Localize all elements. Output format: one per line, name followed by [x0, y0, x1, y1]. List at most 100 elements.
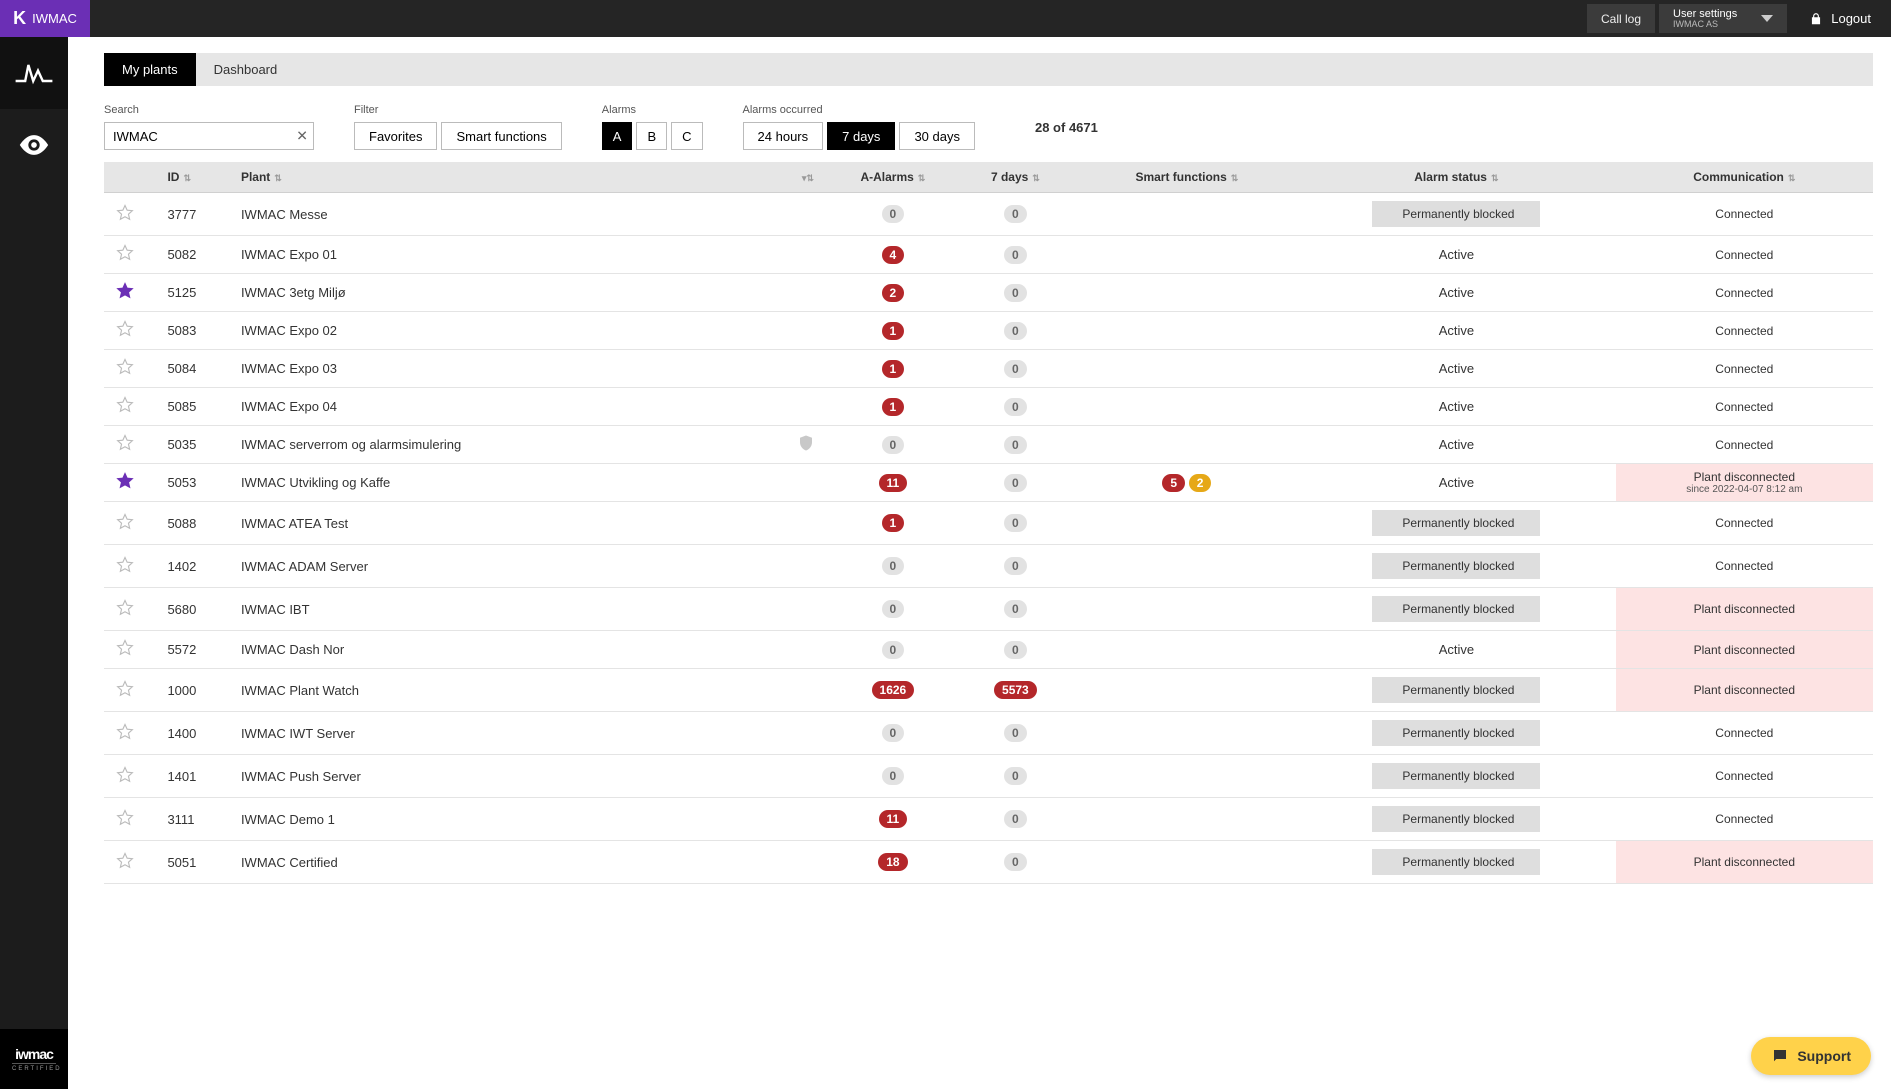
seven-day-badge: 0 [1004, 205, 1027, 223]
call-log-button[interactable]: Call log [1587, 4, 1655, 33]
table-row[interactable]: 5053 IWMAC Utvikling og Kaffe 11 0 5 2 A… [104, 464, 1873, 502]
table-row[interactable]: 5083 IWMAC Expo 02 1 0 Active Connected [104, 312, 1873, 350]
cell-plant[interactable]: IWMAC Expo 03 [229, 350, 780, 388]
col-icon[interactable]: ▾⇅ [780, 162, 831, 193]
tab-my-plants[interactable]: My plants [104, 53, 196, 86]
cell-smart [1077, 350, 1298, 388]
col-id[interactable]: ID⇅ [155, 162, 229, 193]
content-area: My plants Dashboard Search ✕ Filter Favo… [68, 37, 1891, 1089]
col-a-alarms[interactable]: A-Alarms⇅ [832, 162, 955, 193]
cell-plant[interactable]: IWMAC Dash Nor [229, 631, 780, 669]
favorite-toggle[interactable] [116, 250, 134, 265]
logout-button[interactable]: Logout [1789, 0, 1891, 37]
col-alarm-status[interactable]: Alarm status⇅ [1297, 162, 1616, 193]
table-row[interactable]: 5088 IWMAC ATEA Test 1 0 Permanently blo… [104, 502, 1873, 545]
table-row[interactable]: 5680 IWMAC IBT 0 0 Permanently blocked P… [104, 588, 1873, 631]
filter-smart-button[interactable]: Smart functions [441, 122, 561, 150]
table-row[interactable]: 5085 IWMAC Expo 04 1 0 Active Connected [104, 388, 1873, 426]
favorite-toggle[interactable] [116, 645, 134, 660]
star-icon [116, 320, 134, 338]
favorite-toggle[interactable] [116, 364, 134, 379]
table-row[interactable]: 3111 IWMAC Demo 1 11 0 Permanently block… [104, 798, 1873, 841]
top-bar: K IWMAC Call log User settings IWMAC AS … [0, 0, 1891, 37]
table-row[interactable]: 1401 IWMAC Push Server 0 0 Permanently b… [104, 755, 1873, 798]
comm-cell: Connected [1616, 236, 1873, 273]
occurred-24h-button[interactable]: 24 hours [743, 122, 824, 150]
table-row[interactable]: 5084 IWMAC Expo 03 1 0 Active Connected [104, 350, 1873, 388]
favorite-toggle[interactable] [116, 858, 134, 873]
cell-smart [1077, 388, 1298, 426]
cell-plant[interactable]: IWMAC Plant Watch [229, 669, 780, 712]
col-communication[interactable]: Communication⇅ [1616, 162, 1873, 193]
col-smart[interactable]: Smart functions⇅ [1077, 162, 1298, 193]
favorite-toggle[interactable] [116, 288, 134, 303]
favorite-toggle[interactable] [116, 519, 134, 534]
cell-id: 5083 [155, 312, 229, 350]
alarm-status-badge: Permanently blocked [1372, 510, 1540, 536]
rail-eye-icon[interactable] [0, 109, 68, 181]
clear-search-icon[interactable]: ✕ [296, 128, 308, 145]
cell-plant[interactable]: IWMAC 3etg Miljø [229, 274, 780, 312]
favorite-toggle[interactable] [116, 210, 134, 225]
table-row[interactable]: 1402 IWMAC ADAM Server 0 0 Permanently b… [104, 545, 1873, 588]
favorite-toggle[interactable] [116, 402, 134, 417]
support-bubble[interactable]: Support [1751, 1037, 1871, 1075]
cell-plant[interactable]: IWMAC ATEA Test [229, 502, 780, 545]
table-row[interactable]: 5082 IWMAC Expo 01 4 0 Active Connected [104, 236, 1873, 274]
cell-plant[interactable]: IWMAC Expo 01 [229, 236, 780, 274]
favorite-toggle[interactable] [116, 478, 134, 493]
comm-cell: Plant disconnected [1616, 669, 1873, 711]
cell-plant[interactable]: IWMAC IWT Server [229, 712, 780, 755]
cell-plant[interactable]: IWMAC Push Server [229, 755, 780, 798]
cell-plant[interactable]: IWMAC Demo 1 [229, 798, 780, 841]
cell-plant[interactable]: IWMAC Messe [229, 193, 780, 236]
col-7-days[interactable]: 7 days⇅ [954, 162, 1077, 193]
search-input[interactable] [104, 122, 314, 150]
comm-cell: Plant disconnected [1616, 588, 1873, 630]
table-row[interactable]: 1400 IWMAC IWT Server 0 0 Permanently bl… [104, 712, 1873, 755]
table-row[interactable]: 5051 IWMAC Certified 18 0 Permanently bl… [104, 841, 1873, 884]
user-settings-title: User settings [1673, 8, 1737, 20]
alarm-status-text: Active [1439, 475, 1474, 490]
cell-plant[interactable]: IWMAC serverrom og alarmsimulering [229, 426, 780, 464]
tab-dashboard[interactable]: Dashboard [196, 53, 296, 86]
favorite-toggle[interactable] [116, 729, 134, 744]
favorite-toggle[interactable] [116, 686, 134, 701]
table-row[interactable]: 5572 IWMAC Dash Nor 0 0 Active Plant dis… [104, 631, 1873, 669]
cell-plant[interactable]: IWMAC Utvikling og Kaffe [229, 464, 780, 502]
comm-cell: Plant disconnected [1616, 841, 1873, 883]
cell-plant[interactable]: IWMAC IBT [229, 588, 780, 631]
table-row[interactable]: 3777 IWMAC Messe 0 0 Permanently blocked… [104, 193, 1873, 236]
user-settings-button[interactable]: User settings IWMAC AS [1659, 4, 1787, 33]
occurred-30d-button[interactable]: 30 days [899, 122, 975, 150]
table-row[interactable]: 1000 IWMAC Plant Watch 1626 5573 Permane… [104, 669, 1873, 712]
col-plant[interactable]: Plant⇅ [229, 162, 780, 193]
seven-day-badge: 0 [1004, 600, 1027, 618]
favorite-toggle[interactable] [116, 815, 134, 830]
star-icon [116, 204, 134, 222]
brand-tile[interactable]: K IWMAC [0, 0, 90, 37]
occurred-7d-button[interactable]: 7 days [827, 122, 895, 150]
table-row[interactable]: 5035 IWMAC serverrom og alarmsimulering … [104, 426, 1873, 464]
favorite-toggle[interactable] [116, 440, 134, 455]
alarm-a-button[interactable]: A [602, 122, 633, 150]
favorite-toggle[interactable] [116, 326, 134, 341]
cell-plant[interactable]: IWMAC Expo 04 [229, 388, 780, 426]
comm-cell: Connected [1616, 388, 1873, 425]
seven-day-badge: 0 [1004, 398, 1027, 416]
alarm-status-badge: Permanently blocked [1372, 553, 1540, 579]
filter-favorites-button[interactable]: Favorites [354, 122, 437, 150]
a-alarm-badge: 18 [878, 853, 907, 871]
alarm-b-button[interactable]: B [636, 122, 667, 150]
alarm-c-button[interactable]: C [671, 122, 702, 150]
cell-plant[interactable]: IWMAC Expo 02 [229, 312, 780, 350]
favorite-toggle[interactable] [116, 605, 134, 620]
alarms-label: Alarms [602, 104, 703, 116]
cell-plant[interactable]: IWMAC ADAM Server [229, 545, 780, 588]
favorite-toggle[interactable] [116, 772, 134, 787]
cell-plant[interactable]: IWMAC Certified [229, 841, 780, 884]
table-row[interactable]: 5125 IWMAC 3etg Miljø 2 0 Active Connect… [104, 274, 1873, 312]
favorite-toggle[interactable] [116, 562, 134, 577]
a-alarm-badge: 1626 [872, 681, 915, 699]
rail-home-icon[interactable] [0, 37, 68, 109]
